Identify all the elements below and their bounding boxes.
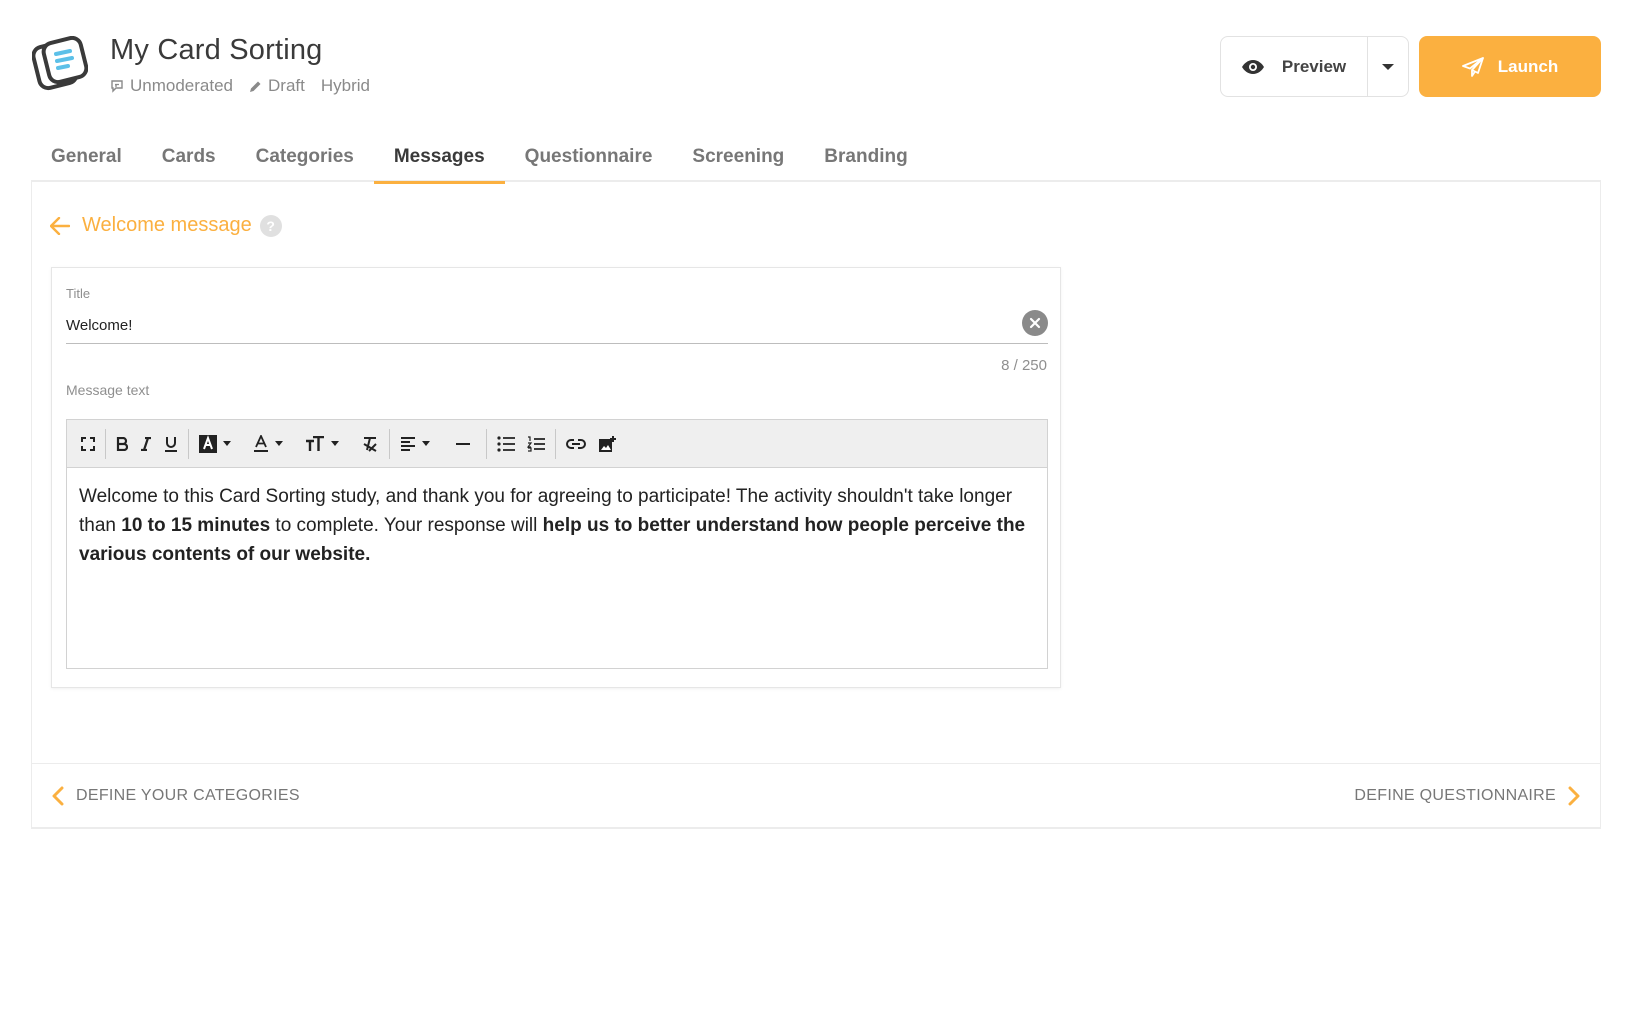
eye-icon	[1241, 59, 1264, 74]
underline-button[interactable]	[158, 428, 184, 460]
tab-general[interactable]: General	[31, 132, 142, 182]
message-text-content[interactable]: Welcome to this Card Sorting study, and …	[67, 468, 1047, 583]
meta-type-label: Hybrid	[320, 76, 370, 95]
align-left-icon	[401, 436, 415, 451]
prev-step-label: DEFINE YOUR CATEGORIES	[76, 787, 300, 804]
tab-messages[interactable]: Messages	[373, 132, 505, 184]
underline-icon	[165, 436, 177, 452]
tab-label: Questionnaire	[524, 146, 653, 167]
launch-button[interactable]: Launch	[1419, 36, 1601, 97]
paper-plane-icon	[1461, 56, 1484, 77]
message-text-part: to complete. Your response will	[270, 515, 543, 536]
image-add-icon	[599, 435, 616, 452]
fullscreen-icon	[81, 436, 95, 451]
title-char-counter: 8 / 250	[1001, 357, 1047, 374]
font-color-button[interactable]	[247, 428, 289, 460]
tab-bar: General Cards Categories Messages Questi…	[31, 132, 1601, 184]
horizontal-rule-button[interactable]	[450, 428, 476, 460]
chevron-down-icon	[331, 441, 339, 446]
message-rich-text-editor: Welcome to this Card Sorting study, and …	[66, 419, 1048, 669]
preview-dropdown-button[interactable]	[1368, 37, 1408, 96]
toolbar-divider	[188, 428, 189, 459]
bold-button[interactable]	[110, 428, 134, 460]
app-logo-icon	[31, 35, 89, 92]
back-to-messages-link[interactable]: Welcome message ?	[50, 214, 282, 237]
horizontal-rule-icon	[456, 442, 470, 445]
arrow-left-icon	[50, 216, 70, 235]
italic-button[interactable]	[134, 428, 158, 460]
align-button[interactable]	[394, 428, 436, 460]
tab-questionnaire[interactable]: Questionnaire	[505, 132, 673, 182]
font-size-icon	[306, 435, 324, 451]
tab-screening[interactable]: Screening	[672, 132, 804, 182]
meta-status: Draft	[249, 76, 305, 96]
chevron-down-icon	[223, 441, 231, 446]
close-icon	[1029, 317, 1041, 329]
title-input[interactable]	[66, 308, 1048, 344]
meta-moderation: Unmoderated	[110, 76, 233, 96]
meta-moderation-label: Unmoderated	[130, 76, 234, 95]
toolbar-divider	[555, 428, 556, 459]
font-color-icon	[254, 434, 268, 452]
tab-categories[interactable]: Categories	[236, 132, 374, 182]
prev-step-link[interactable]: DEFINE YOUR CATEGORIES	[32, 786, 320, 806]
bold-icon	[116, 436, 128, 451]
italic-icon	[141, 436, 151, 451]
insert-link-button[interactable]	[560, 428, 592, 460]
chevron-down-icon	[422, 441, 430, 446]
link-icon	[566, 438, 586, 449]
background-color-icon	[199, 434, 217, 453]
chevron-down-icon	[275, 441, 283, 446]
preview-button-group: Preview	[1220, 36, 1409, 97]
page-title: My Card Sorting	[110, 34, 323, 66]
tab-label: Cards	[161, 146, 216, 167]
next-step-link[interactable]: DEFINE QUESTIONNAIRE	[1334, 786, 1600, 806]
editor-toolbar	[67, 420, 1047, 468]
chevron-left-icon	[52, 786, 64, 806]
tab-cards[interactable]: Cards	[142, 132, 236, 182]
study-meta: Unmoderated Draft Hybrid	[110, 76, 386, 96]
bullet-list-icon	[497, 435, 515, 452]
tab-label: Messages	[393, 146, 485, 167]
launch-label: Launch	[1497, 56, 1559, 76]
chevron-down-icon	[1382, 63, 1394, 70]
clear-formatting-icon	[363, 436, 377, 452]
next-step-label: DEFINE QUESTIONNAIRE	[1354, 787, 1556, 804]
numbered-list-icon	[527, 435, 545, 452]
message-bold-part: 10 to 15 minutes	[121, 515, 271, 536]
tab-branding[interactable]: Branding	[804, 132, 927, 182]
bullet-list-button[interactable]	[491, 428, 521, 460]
tab-label: Branding	[824, 146, 908, 167]
title-field-label: Title	[66, 286, 91, 301]
background-color-button[interactable]	[193, 428, 237, 460]
meta-type: Hybrid	[321, 76, 370, 96]
meta-status-label: Draft	[268, 76, 305, 95]
preview-label: Preview	[1281, 56, 1347, 76]
moderation-icon	[111, 80, 123, 93]
section-heading: Welcome message	[82, 214, 252, 236]
messages-panel: Welcome message ? Title 8 / 250 Message …	[31, 182, 1601, 828]
toolbar-divider	[105, 428, 106, 459]
font-size-button[interactable]	[299, 428, 345, 460]
tab-label: General	[51, 146, 122, 167]
numbered-list-button[interactable]	[521, 428, 551, 460]
chevron-right-icon	[1568, 786, 1580, 806]
app-header: My Card Sorting Unmoderated Draft Hybrid…	[0, 0, 1625, 120]
step-navigation: DEFINE YOUR CATEGORIES DEFINE QUESTIONNA…	[31, 763, 1601, 829]
preview-button[interactable]: Preview	[1221, 37, 1368, 96]
clear-title-button[interactable]	[1022, 310, 1048, 336]
tab-label: Categories	[255, 146, 354, 167]
clear-formatting-button[interactable]	[355, 428, 385, 460]
welcome-message-form: Title 8 / 250 Message text	[51, 267, 1061, 688]
toolbar-divider	[389, 428, 390, 459]
toolbar-divider	[486, 428, 487, 459]
help-icon[interactable]: ?	[259, 214, 282, 237]
pencil-icon	[250, 81, 261, 92]
insert-image-button[interactable]	[592, 428, 622, 460]
fullscreen-button[interactable]	[75, 428, 101, 460]
message-field-label: Message text	[66, 382, 150, 398]
tab-label: Screening	[692, 146, 785, 167]
